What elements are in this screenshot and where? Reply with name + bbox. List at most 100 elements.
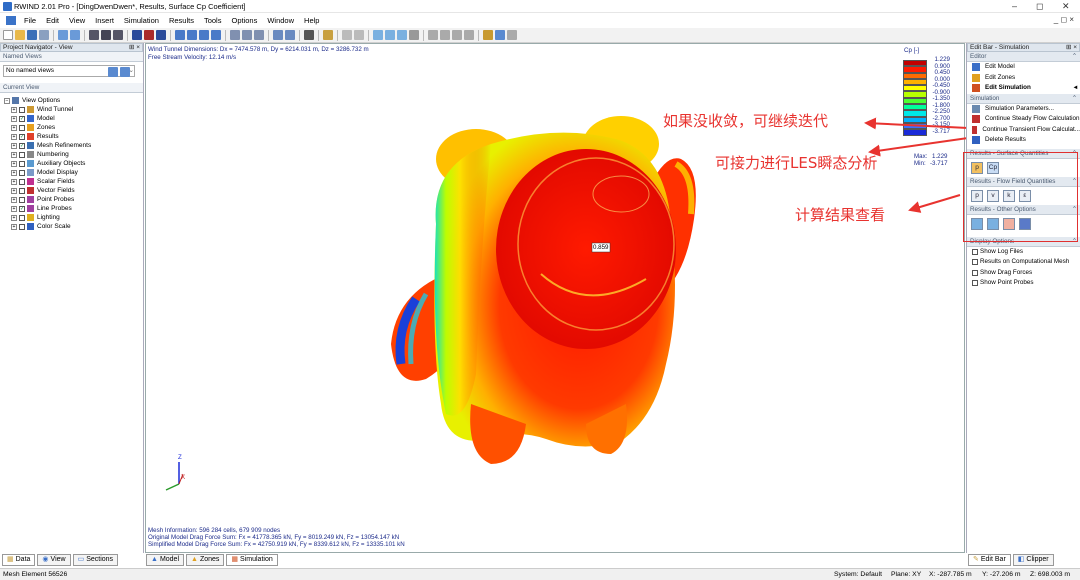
view-iso-icon[interactable]	[211, 30, 221, 40]
arrow-icon[interactable]	[464, 30, 474, 40]
tree-item[interactable]: + Point Probes	[4, 195, 143, 204]
editbar-pin-icon[interactable]: ⊞ ×	[1066, 44, 1079, 51]
tab-simulation[interactable]: ▦ Simulation	[226, 554, 278, 566]
cut-icon[interactable]	[397, 30, 407, 40]
tree-item[interactable]: − View Options	[4, 96, 143, 105]
menu-view[interactable]: View	[64, 16, 90, 25]
tree-checkbox[interactable]	[19, 196, 25, 203]
expand-icon[interactable]: +	[11, 124, 17, 131]
tree-item[interactable]: + ✓ Line Probes	[4, 204, 143, 213]
edit-model-item[interactable]: Edit Model	[967, 62, 1080, 73]
tree-checkbox[interactable]	[19, 187, 25, 194]
zoom-icon[interactable]	[242, 30, 252, 40]
tab-model[interactable]: ▲ Model	[146, 554, 185, 566]
settings-icon[interactable]	[495, 30, 505, 40]
expand-icon[interactable]: +	[11, 187, 17, 194]
tree-item[interactable]: + Wind Tunnel	[4, 105, 143, 114]
tree-checkbox[interactable]: ✓	[19, 142, 25, 149]
tree-item[interactable]: + Model Display	[4, 168, 143, 177]
tree-item[interactable]: + Lighting	[4, 213, 143, 222]
log-files-checkbox[interactable]	[972, 248, 978, 255]
close-button[interactable]: ✕	[1062, 1, 1070, 12]
tree-item[interactable]: + ✓ Model	[4, 114, 143, 123]
results-mesh-checkbox[interactable]	[972, 259, 978, 266]
table-icon[interactable]	[113, 30, 123, 40]
point-probes-checkbox[interactable]	[972, 280, 978, 287]
menu-results[interactable]: Results	[164, 16, 199, 25]
menu-simulation[interactable]: Simulation	[119, 16, 164, 25]
menu-tools[interactable]: Tools	[199, 16, 227, 25]
tab-sections[interactable]: ▭ Sections	[72, 554, 119, 566]
expand-icon[interactable]: −	[4, 97, 10, 104]
tree-checkbox[interactable]	[19, 151, 25, 158]
view-side-icon[interactable]	[187, 30, 197, 40]
tab-edit-bar[interactable]: ✎ Edit Bar	[968, 554, 1011, 566]
menu-help[interactable]: Help	[299, 16, 324, 25]
expand-icon[interactable]: +	[11, 223, 17, 230]
manage-views-icon[interactable]	[120, 67, 130, 77]
measure-icon[interactable]	[342, 30, 352, 40]
collapse-icon[interactable]: ⌃	[1072, 94, 1077, 103]
restore-button[interactable]: ◻	[1036, 1, 1043, 12]
tree-checkbox[interactable]	[19, 214, 25, 221]
tree-checkbox[interactable]	[19, 124, 25, 131]
rotate-icon[interactable]	[230, 30, 240, 40]
tree-checkbox[interactable]	[19, 169, 25, 176]
minimize-button[interactable]: –	[1012, 1, 1017, 11]
pan-icon[interactable]	[254, 30, 264, 40]
save-view-icon[interactable]	[108, 67, 118, 77]
tree-checkbox[interactable]	[19, 160, 25, 167]
tab-clipper[interactable]: ◧ Clipper	[1012, 554, 1054, 566]
box-icon[interactable]	[304, 30, 314, 40]
simulation-parameters-item[interactable]: Simulation Parameters...	[967, 104, 1080, 115]
tab-zones[interactable]: ▲ Zones	[186, 554, 225, 566]
expand-icon[interactable]: +	[11, 151, 17, 158]
grid-icon[interactable]	[101, 30, 111, 40]
undo-icon[interactable]	[58, 30, 68, 40]
drag-forces-checkbox[interactable]	[972, 269, 978, 276]
expand-icon[interactable]: +	[11, 178, 17, 185]
menu-insert[interactable]: Insert	[90, 16, 119, 25]
collapse-icon[interactable]: ⌃	[1072, 52, 1077, 61]
menu-file[interactable]: File	[19, 16, 41, 25]
continue-transient-item[interactable]: Continue Transient Flow Calculat...	[967, 125, 1080, 136]
tree-checkbox[interactable]: ✓	[19, 205, 25, 212]
expand-icon[interactable]: +	[11, 205, 17, 212]
line-icon[interactable]	[440, 30, 450, 40]
tree-checkbox[interactable]	[19, 178, 25, 185]
tree-checkbox[interactable]	[19, 106, 25, 113]
pencil-icon[interactable]	[323, 30, 333, 40]
dimension-icon[interactable]	[354, 30, 364, 40]
run-icon[interactable]	[132, 30, 142, 40]
tree-item[interactable]: + Vector Fields	[4, 186, 143, 195]
menu-options[interactable]: Options	[226, 16, 262, 25]
menu-window[interactable]: Window	[262, 16, 299, 25]
expand-icon[interactable]: +	[11, 115, 17, 122]
probe-icon[interactable]	[409, 30, 419, 40]
expand-icon[interactable]: +	[11, 142, 17, 149]
expand-icon[interactable]: +	[11, 169, 17, 176]
mdi-controls[interactable]: _ ◻ ×	[1054, 15, 1074, 24]
render-icon[interactable]	[156, 30, 166, 40]
continue-steady-item[interactable]: Continue Steady Flow Calculation	[967, 114, 1080, 125]
open-icon[interactable]	[15, 30, 25, 40]
tree-item[interactable]: + Scalar Fields	[4, 177, 143, 186]
tree-checkbox[interactable]: ✓	[19, 115, 25, 122]
results-on-mesh[interactable]: Results on Computational Mesh	[967, 257, 1080, 268]
save-icon[interactable]	[27, 30, 37, 40]
tree-checkbox[interactable]: ✓	[19, 133, 25, 140]
edit-zones-item[interactable]: Edit Zones	[967, 73, 1080, 84]
show-log-files[interactable]: Show Log Files	[967, 247, 1080, 258]
new-icon[interactable]	[3, 30, 13, 40]
tab-view[interactable]: ◉ View	[37, 554, 71, 566]
chart-icon[interactable]	[483, 30, 493, 40]
render-mode-icon[interactable]	[285, 30, 295, 40]
tree-item[interactable]: + Zones	[4, 123, 143, 132]
tree-item[interactable]: + Numbering	[4, 150, 143, 159]
tree-item[interactable]: + Color Scale	[4, 222, 143, 231]
tree-item[interactable]: + ✓ Mesh Refinements	[4, 141, 143, 150]
expand-icon[interactable]: +	[11, 214, 17, 221]
results-icon[interactable]	[144, 30, 154, 40]
brush-icon[interactable]	[428, 30, 438, 40]
redo-icon[interactable]	[70, 30, 80, 40]
